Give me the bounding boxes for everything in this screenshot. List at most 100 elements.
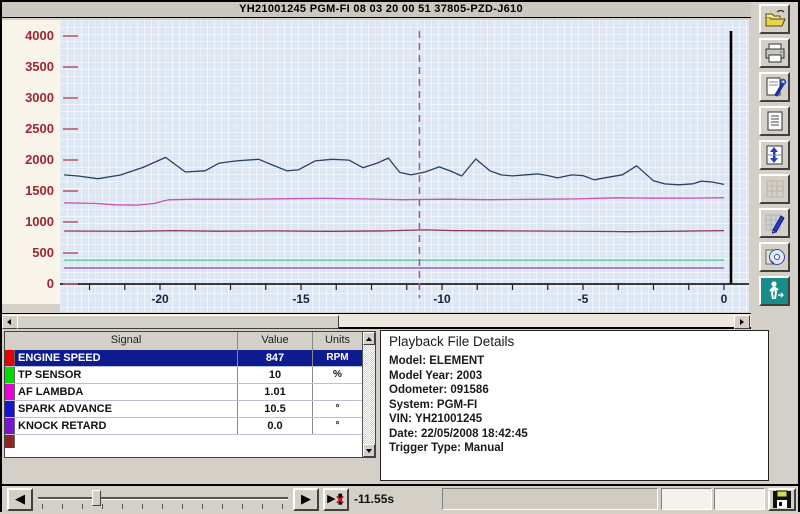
right-arrow-icon	[740, 319, 744, 325]
scrollbar-thumb[interactable]	[17, 315, 339, 329]
signal-color-swatch	[5, 350, 15, 366]
scroll-left-button[interactable]	[2, 315, 18, 329]
playback-file-details-panel: Playback File Details Model: ELEMENTMode…	[380, 330, 769, 481]
signal-value: 0.0	[238, 418, 313, 434]
measure-button[interactable]	[759, 208, 790, 238]
exit-person-icon	[763, 279, 787, 303]
signal-name: SPARK ADVANCE	[15, 401, 238, 417]
hds-playback-window: YH21001245 PGM-FI 08 03 20 00 51 37805-P…	[0, 0, 800, 512]
signal-units: RPM	[313, 350, 362, 366]
timeline-slider-thumb[interactable]	[92, 490, 101, 506]
grid-icon	[763, 177, 787, 201]
signal-color-swatch	[5, 367, 15, 383]
details-lines: Model: ELEMENTModel Year: 2003Odometer: …	[381, 354, 768, 456]
playback-control-bar: ◀ ▶ ▶❚ ✕ -11.55s	[2, 484, 798, 512]
left-arrow-icon	[7, 319, 11, 325]
y-tick-label-4000: 4000	[4, 28, 54, 43]
pencil-graph-icon	[763, 211, 787, 235]
table-row-knock-retard[interactable]: KNOCK RETARD0.0°	[5, 418, 362, 435]
value-column-header: Value	[238, 332, 313, 350]
signal-graph[interactable]: -20-15-10-50	[2, 18, 751, 328]
table-row-af-lambda[interactable]: AF LAMBDA1.01	[5, 384, 362, 401]
details-line-3: System: PGM-FI	[389, 398, 768, 413]
status-segment-1	[442, 488, 658, 510]
chart-area: -20-15-10-50 050010001500200025003000350…	[2, 18, 753, 328]
table-scroll-up-button[interactable]	[363, 332, 375, 345]
details-title: Playback File Details	[389, 334, 768, 349]
playback-time-display: -11.55s	[354, 492, 394, 506]
units-column-header: Units	[313, 332, 362, 350]
scroll-right-button[interactable]	[734, 315, 750, 329]
signal-units: °	[313, 401, 362, 417]
floppy-disk-icon	[772, 490, 792, 509]
y-tick-label-1000: 1000	[4, 214, 54, 229]
y-tick-label-3000: 3000	[4, 90, 54, 105]
step-back-icon: ◀	[15, 491, 25, 506]
next-signal-swatch-partial	[5, 435, 15, 448]
svg-text:-5: -5	[578, 292, 589, 306]
swatch-column-header	[5, 332, 15, 350]
signal-name: KNOCK RETARD	[15, 418, 238, 434]
save-button[interactable]	[768, 488, 796, 511]
trace-engine-speed	[64, 230, 724, 232]
title-text: YH21001245 PGM-FI 08 03 20 00 51 37805-P…	[239, 3, 523, 15]
svg-text:-15: -15	[292, 292, 310, 306]
red-x-icon: ✕	[335, 491, 345, 509]
signal-name: TP SENSOR	[15, 367, 238, 383]
status-segment-2	[661, 488, 712, 510]
details-line-1: Model Year: 2003	[389, 369, 768, 384]
signal-color-swatch	[5, 418, 15, 434]
play-icon: ▶	[301, 491, 311, 506]
svg-text:-10: -10	[433, 292, 451, 306]
grid-view-button-disabled[interactable]	[759, 174, 790, 204]
timeline-slider-ticks	[42, 504, 287, 509]
record-snapshot-button[interactable]	[759, 72, 790, 102]
title-bar: YH21001245 PGM-FI 08 03 20 00 51 37805-P…	[2, 2, 760, 18]
table-row-engine-speed[interactable]: ENGINE SPEED847RPM	[5, 350, 362, 367]
details-line-4: VIN: YH21001245	[389, 412, 768, 427]
details-line-2: Odometer: 091586	[389, 383, 768, 398]
y-tick-label-2000: 2000	[4, 152, 54, 167]
save-disc-button[interactable]	[759, 242, 790, 272]
y-tick-label-500: 500	[4, 245, 54, 260]
signal-rows: ENGINE SPEED847RPMTP SENSOR10%AF LAMBDA1…	[5, 350, 362, 435]
data-list-button[interactable]	[759, 106, 790, 136]
signal-table: Signal Value Units ENGINE SPEED847RPMTP …	[4, 331, 376, 458]
timeline-slider-track[interactable]	[38, 497, 288, 500]
open-folder-icon	[763, 7, 787, 31]
disc-icon	[763, 245, 787, 269]
signal-table-header: Signal Value Units	[5, 332, 362, 351]
table-row-spark-advance[interactable]: SPARK ADVANCE10.5°	[5, 401, 362, 418]
y-tick-label-1500: 1500	[4, 183, 54, 198]
skip-to-end-button[interactable]: ▶❚ ✕	[323, 488, 349, 511]
step-back-button[interactable]: ◀	[7, 488, 33, 511]
down-arrow-icon	[366, 449, 372, 453]
up-arrow-icon	[366, 337, 372, 341]
table-vertical-scrollbar[interactable]	[362, 332, 375, 457]
adjust-scale-button[interactable]	[759, 140, 790, 170]
signal-value: 1.01	[238, 384, 313, 400]
graph-horizontal-scrollbar[interactable]	[2, 313, 751, 329]
printer-icon	[763, 41, 787, 65]
data-list-icon	[763, 109, 787, 133]
svg-text:-20: -20	[151, 292, 169, 306]
details-line-5: Date: 22/05/2008 18:42:45	[389, 427, 768, 442]
table-scroll-down-button[interactable]	[363, 444, 375, 457]
y-tick-label-2500: 2500	[4, 121, 54, 136]
exit-button[interactable]	[759, 276, 790, 306]
print-button[interactable]	[759, 38, 790, 68]
trace-spark-advance	[64, 157, 724, 184]
details-line-0: Model: ELEMENT	[389, 354, 768, 369]
signal-color-swatch	[5, 384, 15, 400]
play-button[interactable]: ▶	[293, 488, 319, 511]
details-line-6: Trigger Type: Manual	[389, 441, 768, 456]
open-file-button[interactable]	[759, 4, 790, 34]
signal-value: 10	[238, 367, 313, 383]
signal-value: 10.5	[238, 401, 313, 417]
signal-value: 847	[238, 350, 313, 366]
table-row-tp-sensor[interactable]: TP SENSOR10%	[5, 367, 362, 384]
signal-units: °	[313, 418, 362, 434]
signal-name: ENGINE SPEED	[15, 350, 238, 366]
signal-column-header: Signal	[15, 332, 238, 350]
signal-units	[313, 384, 362, 400]
